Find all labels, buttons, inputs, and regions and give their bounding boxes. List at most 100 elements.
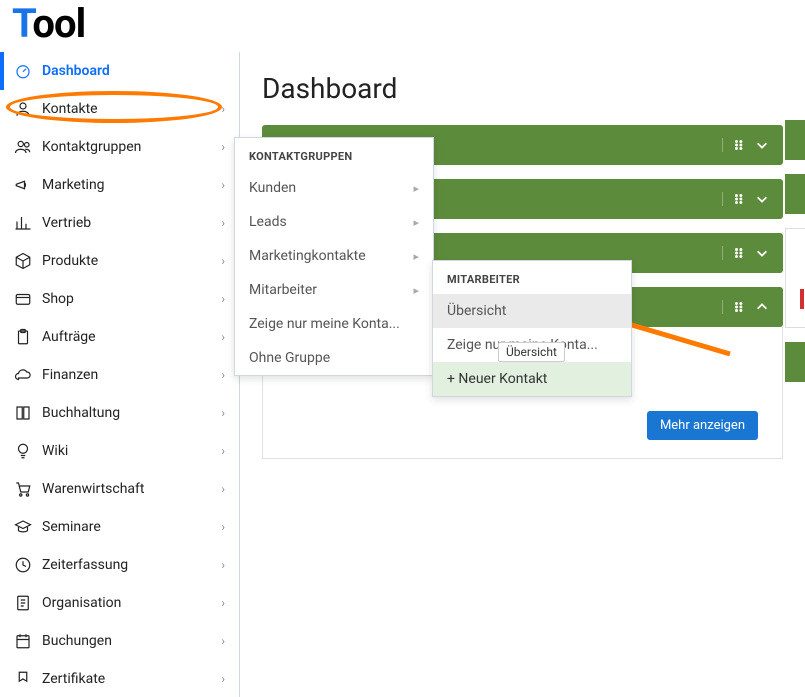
tooltip: Übersicht (498, 342, 565, 362)
sidebar-item-label: Dashboard (42, 63, 110, 79)
sidebar-item-marketing[interactable]: Marketing › (0, 166, 239, 204)
cube-icon (14, 252, 32, 270)
submenu-item-ohnegruppe[interactable]: Ohne Gruppe (235, 341, 433, 375)
sidebar-item-finanzen[interactable]: Finanzen› (0, 356, 239, 394)
grad-icon (14, 518, 32, 536)
submenu-item-marketingkontakte[interactable]: Marketingkontakte ▸ (235, 239, 433, 273)
sidebar-item-dashboard[interactable]: Dashboard (0, 52, 239, 90)
submenu-header: KONTAKTGRUPPEN (235, 138, 433, 171)
cal-icon (14, 632, 32, 650)
sidebar-item-label: Kontakte (42, 101, 98, 117)
submenu-item-neuerkontakt[interactable]: + Neuer Kontakt (433, 362, 631, 396)
chevron-right-icon: › (221, 520, 225, 534)
chevron-down-icon[interactable] (755, 192, 769, 206)
chevron-right-icon: ▸ (413, 250, 419, 263)
sidebar-item-shop[interactable]: Shop › (0, 280, 239, 318)
sidebar-item-produkte[interactable]: Produkte › (0, 242, 239, 280)
chevron-right-icon: › (221, 140, 225, 154)
ribbon-icon (14, 670, 32, 688)
sidebar-item-buchungen[interactable]: Buchungen› (0, 622, 239, 660)
sidebar-item-label: Marketing (42, 177, 105, 193)
chevron-right-icon: ▸ (413, 216, 419, 229)
sidebar-item-label: Aufträge (42, 329, 96, 345)
sidebar: DashboardKontakte›Kontaktgruppen›Marketi… (0, 52, 240, 697)
drag-icon[interactable] (733, 246, 747, 260)
submenu-item-label: + Neuer Kontakt (447, 371, 547, 387)
sidebar-item-wiki[interactable]: Wiki › (0, 432, 239, 470)
chevron-right-icon: › (221, 178, 225, 192)
panel-controls[interactable] (722, 192, 769, 206)
chevron-right-icon: › (221, 254, 225, 268)
sidebar-item-label: Wiki (42, 443, 68, 459)
card-icon (14, 290, 32, 308)
sidebar-item-vertrieb[interactable]: Vertrieb › (0, 204, 239, 242)
sidebar-item-label: Produkte (42, 253, 98, 269)
chevron-up-icon[interactable] (755, 300, 769, 314)
submenu-item-label: Kunden (249, 180, 296, 196)
submenu-item-bersicht[interactable]: Übersicht (433, 294, 631, 328)
submenu-header: MITARBEITER (433, 261, 631, 294)
panel-controls[interactable] (722, 300, 769, 314)
sidebar-item-label: Buchungen (42, 633, 112, 649)
chevron-right-icon: › (221, 482, 225, 496)
sidebar-item-label: Zertifikate (42, 671, 105, 687)
submenu-item-zeigenurmeinekonta[interactable]: Zeige nur meine Konta... (235, 307, 433, 341)
chevron-right-icon: › (221, 672, 225, 686)
chevron-right-icon: › (221, 444, 225, 458)
sidebar-item-kontakte[interactable]: Kontakte › (0, 90, 239, 128)
sidebar-item-zertifikate[interactable]: Zertifikate › (0, 660, 239, 697)
chevron-down-icon[interactable] (755, 246, 769, 260)
submenu-item-kunden[interactable]: Kunden ▸ (235, 171, 433, 205)
sidebar-item-buchhaltung[interactable]: Buchhaltung › (0, 394, 239, 432)
sidebar-item-label: Shop (42, 291, 74, 307)
sidebar-item-zeiterfassung[interactable]: Zeiterfassung› (0, 546, 239, 584)
chevron-right-icon: ▸ (413, 284, 419, 297)
book-icon (14, 404, 32, 422)
chevron-right-icon: › (221, 292, 225, 306)
sidebar-item-label: Organisation (42, 595, 121, 611)
chevron-right-icon: ▸ (413, 182, 419, 195)
drag-icon[interactable] (733, 192, 747, 206)
right-panels-cropped (785, 120, 805, 396)
clipboard-icon (14, 328, 32, 346)
submenu-item-leads[interactable]: Leads ▸ (235, 205, 433, 239)
panel-controls[interactable] (722, 138, 769, 152)
mitarbeiter-submenu: MITARBEITER ÜbersichtZeige nur meine Kon… (432, 260, 632, 397)
clock-icon (14, 556, 32, 574)
sidebar-item-label: Finanzen (42, 367, 98, 383)
sidebar-item-seminare[interactable]: Seminare› (0, 508, 239, 546)
sidebar-item-organisation[interactable]: Organisation› (0, 584, 239, 622)
page-title: Dashboard (262, 72, 783, 105)
sidebar-item-label: Warenwirtschaft (42, 481, 145, 497)
sidebar-item-label: Kontaktgruppen (42, 139, 141, 155)
chevron-right-icon: › (221, 216, 225, 230)
drag-icon[interactable] (733, 300, 747, 314)
sidebar-item-aufträge[interactable]: Aufträge› (0, 318, 239, 356)
submenu-item-label: Marketingkontakte (249, 248, 366, 264)
submenu-item-mitarbeiter[interactable]: Mitarbeiter▸ (235, 273, 433, 307)
sidebar-item-label: Zeiterfassung (42, 557, 128, 573)
speedometer-icon (14, 62, 32, 80)
mehr-anzeigen-button[interactable]: Mehr anzeigen (647, 411, 758, 440)
doc-icon (14, 594, 32, 612)
users-icon (14, 138, 32, 156)
sidebar-item-label: Vertrieb (42, 215, 91, 231)
bulb-icon (14, 442, 32, 460)
main-content: Dashboard SCHNELLZUGRIFF (240, 52, 805, 697)
submenu-item-label: Leads (249, 214, 287, 230)
sidebar-item-kontaktgruppen[interactable]: Kontaktgruppen › (0, 128, 239, 166)
panel-controls[interactable] (722, 246, 769, 260)
sidebar-item-label: Buchhaltung (42, 405, 120, 421)
submenu-item-label: Zeige nur meine Konta... (249, 316, 400, 332)
chevron-down-icon[interactable] (755, 138, 769, 152)
app-logo: Tool (12, 0, 85, 47)
sidebar-item-warenwirtschaft[interactable]: Warenwirtschaft › (0, 470, 239, 508)
drag-icon[interactable] (733, 138, 747, 152)
chevron-right-icon: › (221, 406, 225, 420)
submenu-item-label: Ohne Gruppe (249, 350, 330, 366)
submenu-item-label: Übersicht (447, 303, 506, 319)
bars-icon (14, 214, 32, 232)
user-icon (14, 100, 32, 118)
chevron-right-icon: › (221, 102, 225, 116)
right-panel-header (785, 120, 805, 160)
